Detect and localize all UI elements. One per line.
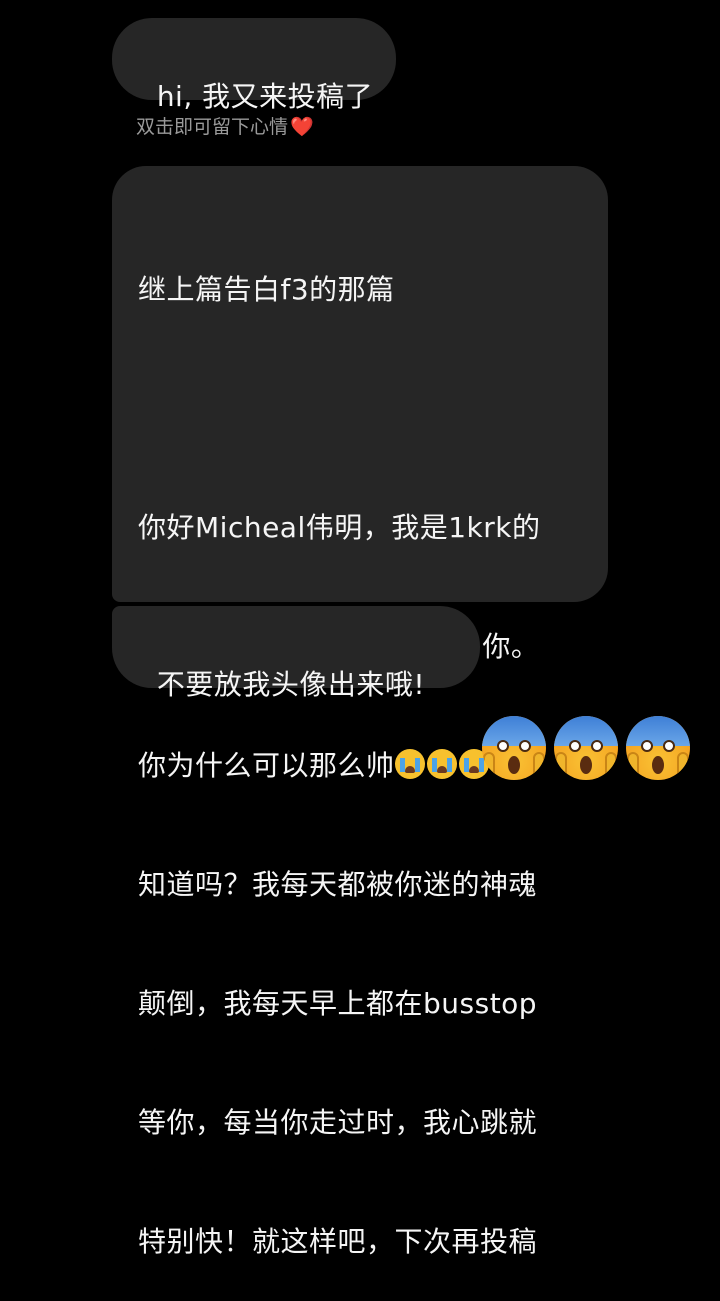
message-line: 颠倒，我每天早上都在busstop xyxy=(138,987,538,1020)
message-line: 你好Micheal伟明，我是1krk的 xyxy=(138,511,541,544)
message-bubble-request[interactable]: 不要放我头像出来哦! xyxy=(112,606,480,701)
message-line: 继上篇告白f3的那篇 xyxy=(138,273,395,306)
loudly-crying-face-icon xyxy=(426,749,457,779)
face-screaming-in-fear-icon xyxy=(554,716,618,780)
message-text: 不要放我头像出来哦! xyxy=(156,668,426,701)
loudly-crying-face-icon xyxy=(394,749,425,779)
face-screaming-in-fear-icon xyxy=(482,716,546,780)
message-line: 特别快！就这样吧，下次再投稿 xyxy=(138,1225,538,1258)
message-bubble-greeting[interactable]: hi, 我又来投稿了 xyxy=(112,18,396,113)
message-line: 等你，每当你走过时，我心跳就 xyxy=(138,1106,538,1139)
message-line-text: 你为什么可以那么帅 xyxy=(138,749,395,782)
hint-text: 双击即可留下心情 xyxy=(136,116,289,138)
heart-icon: ❤️ xyxy=(290,116,314,138)
message-line: 知道吗？我每天都被你迷的神魂 xyxy=(138,868,538,901)
double-tap-reaction-hint: 双击即可留下心情 ❤️ xyxy=(136,114,314,140)
face-screaming-in-fear-icon xyxy=(626,716,690,780)
message-text: hi, 我又来投稿了 xyxy=(156,80,374,113)
message-bubble-confession[interactable]: 继上篇告白f3的那篇 你好Micheal伟明，我是1krk的 elaine我真的… xyxy=(112,166,608,1258)
reaction-emoji-row xyxy=(482,716,690,786)
